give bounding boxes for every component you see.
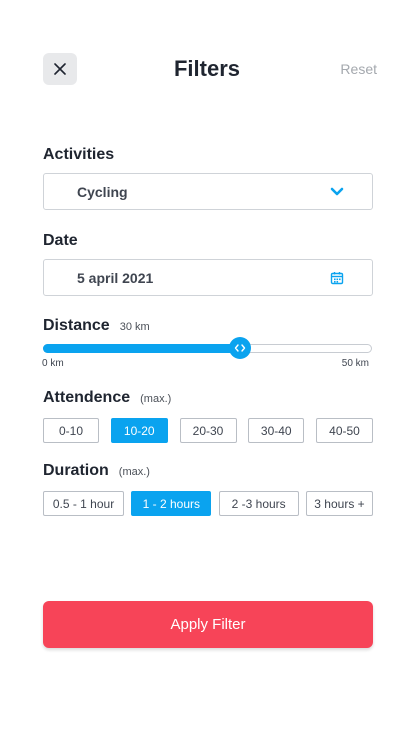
duration-option[interactable]: 2 -3 hours bbox=[218, 491, 299, 516]
distance-title: Distance bbox=[43, 317, 110, 334]
duration-options: 0.5 - 1 hour 1 - 2 hours 2 -3 hours 3 ho… bbox=[43, 491, 373, 516]
attendence-label: Attendence (max.) bbox=[43, 389, 171, 407]
distance-label: Distance 30 km bbox=[43, 317, 150, 335]
distance-max-label: 50 km bbox=[341, 358, 369, 369]
distance-slider-fill bbox=[43, 344, 241, 353]
attendence-option[interactable]: 30-40 bbox=[248, 418, 305, 443]
attendence-title: Attendence bbox=[43, 389, 131, 406]
date-label: Date bbox=[43, 232, 78, 249]
reset-button[interactable]: Reset bbox=[340, 61, 377, 77]
distance-current-value: 30 km bbox=[119, 321, 150, 333]
chevron-down-icon bbox=[329, 184, 345, 200]
attendence-options: 0-10 10-20 20-30 30-40 40-50 bbox=[43, 418, 373, 443]
activities-select[interactable]: Cycling bbox=[43, 173, 373, 210]
date-value: 5 april 2021 bbox=[77, 269, 154, 286]
activities-label: Activities bbox=[43, 146, 115, 163]
duration-option[interactable]: 0.5 - 1 hour bbox=[43, 491, 124, 516]
duration-qualifier: (max.) bbox=[118, 466, 150, 478]
attendence-option[interactable]: 10-20 bbox=[110, 418, 168, 443]
apply-filter-button[interactable]: Apply Filter bbox=[43, 601, 373, 648]
attendence-option[interactable]: 0-10 bbox=[43, 418, 99, 443]
attendence-option[interactable]: 40-50 bbox=[316, 418, 373, 443]
duration-option[interactable]: 3 hours + bbox=[305, 491, 373, 516]
duration-label: Duration (max.) bbox=[43, 462, 150, 480]
attendence-option[interactable]: 20-30 bbox=[179, 418, 237, 443]
duration-option[interactable]: 1 - 2 hours bbox=[131, 491, 212, 516]
distance-slider-thumb[interactable] bbox=[229, 337, 252, 359]
distance-min-label: 0 km bbox=[42, 358, 64, 369]
duration-title: Duration bbox=[43, 462, 109, 479]
calendar-icon bbox=[329, 270, 345, 286]
activities-selected-value: Cycling bbox=[77, 183, 128, 200]
attendence-qualifier: (max.) bbox=[140, 393, 172, 405]
date-picker[interactable]: 5 april 2021 bbox=[43, 259, 373, 296]
slider-arrows-icon bbox=[235, 344, 246, 352]
